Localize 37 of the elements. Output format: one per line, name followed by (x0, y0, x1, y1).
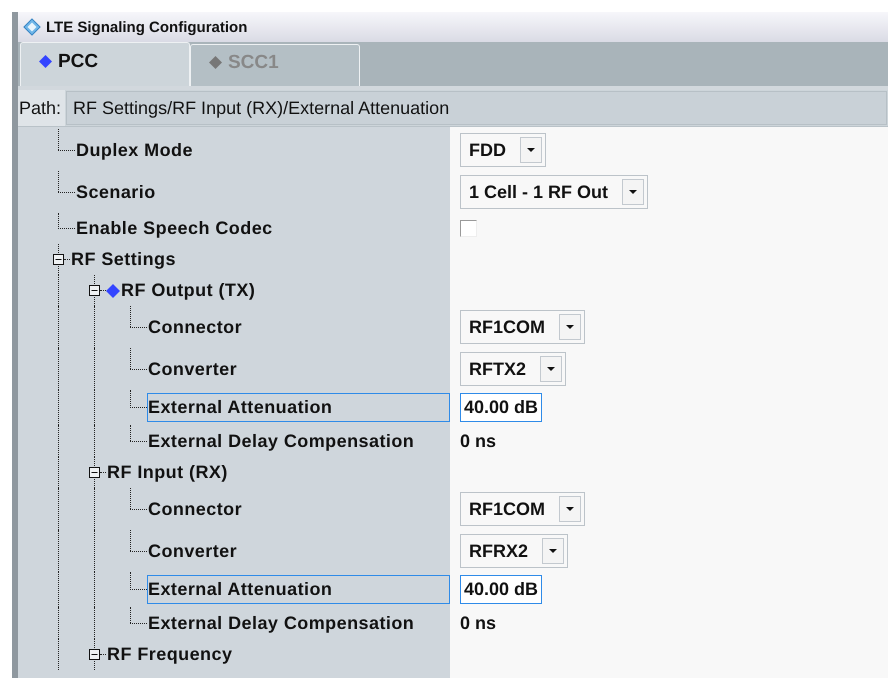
dropdown[interactable]: 1 Cell - 1 RF Out (460, 175, 648, 209)
tree-item[interactable]: External Attenuation (147, 393, 450, 422)
tree-item[interactable]: Scenario (75, 178, 157, 206)
tree-item[interactable]: RF Output (TX) (120, 276, 256, 305)
dropdown[interactable]: FDD (460, 133, 546, 167)
checkbox[interactable] (460, 220, 477, 237)
tab[interactable]: PCC (20, 42, 190, 86)
dropdown[interactable]: RFRX2 (460, 534, 568, 568)
value-text: 0 ns (460, 430, 496, 452)
path-label: Path: (18, 90, 66, 126)
tree-item[interactable]: Enable Speech Codec (75, 214, 274, 243)
tree-item[interactable]: Duplex Mode (75, 136, 194, 164)
tree-item[interactable]: RF Settings (70, 245, 177, 274)
tree-item[interactable]: External Delay Compensation (147, 608, 416, 638)
dropdown[interactable]: RF1COM (460, 492, 585, 526)
input-field[interactable]: 40.00 dB (460, 575, 542, 604)
tree-item[interactable]: Converter (147, 536, 238, 566)
tree-item[interactable]: Converter (147, 354, 238, 384)
diamond-icon (39, 55, 52, 68)
tree-item[interactable]: RF Input (RX) (106, 458, 229, 487)
window-title: LTE Signaling Configuration (46, 18, 248, 36)
collapse-icon[interactable] (53, 254, 64, 265)
tree-item[interactable]: External Delay Compensation (147, 426, 416, 456)
diamond-icon (209, 56, 222, 69)
tree-item[interactable]: External Attenuation (147, 575, 450, 604)
collapse-icon[interactable] (89, 285, 100, 296)
input-field[interactable]: 40.00 dB (460, 393, 542, 422)
tree-item[interactable]: RF Frequency (106, 640, 234, 669)
dropdown[interactable]: RFTX2 (460, 352, 566, 386)
path-field: RF Settings/RF Input (RX)/External Attenuation (66, 91, 887, 125)
collapse-icon[interactable] (89, 467, 100, 478)
tree-item[interactable]: Connector (147, 312, 244, 342)
app-logo-icon (23, 18, 41, 36)
value-text: 0 ns (460, 612, 496, 634)
dropdown[interactable]: RF1COM (460, 310, 585, 344)
tree-item[interactable]: Connector (147, 494, 244, 524)
collapse-icon[interactable] (89, 649, 100, 660)
